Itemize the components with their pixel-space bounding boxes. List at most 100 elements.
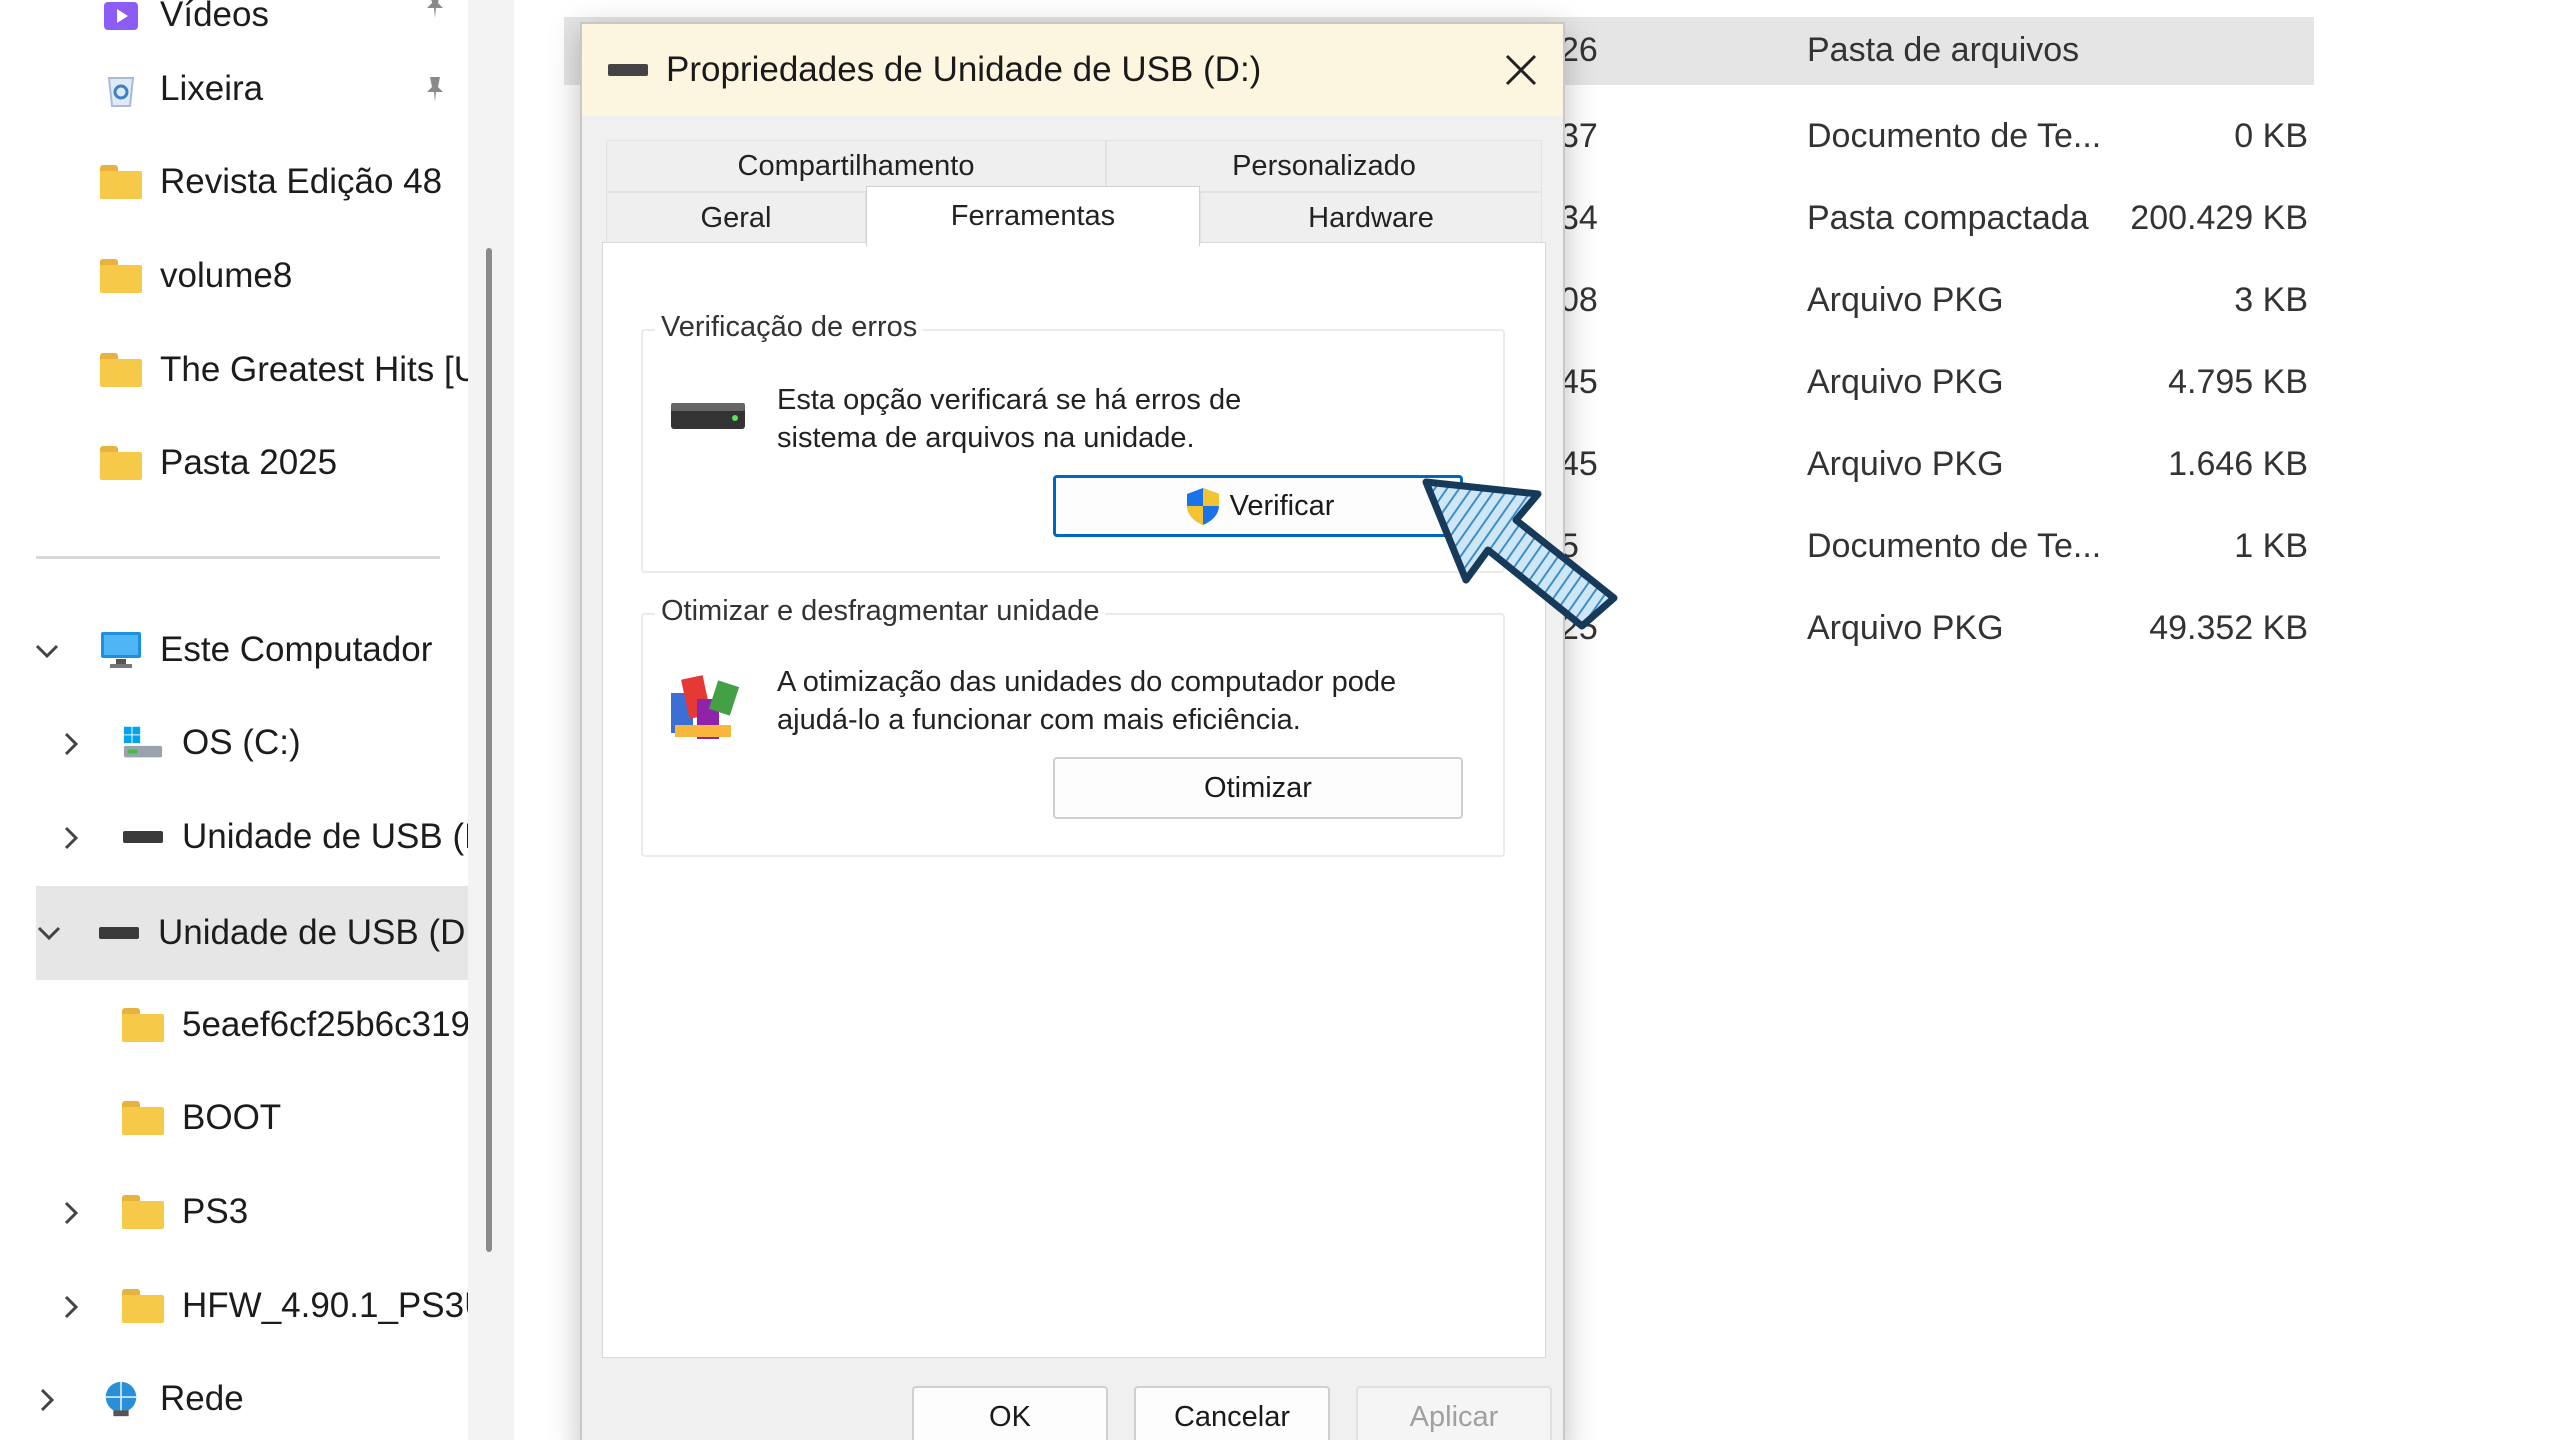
usb-drive-icon — [98, 914, 140, 952]
sidebar-divider — [36, 556, 440, 559]
cancel-button[interactable]: Cancelar — [1134, 1386, 1330, 1440]
folder-icon — [100, 259, 142, 293]
file-type: Pasta compactada — [1807, 199, 2089, 237]
defrag-icon — [665, 663, 749, 752]
file-size: 3 KB — [2234, 281, 2308, 319]
videos-icon — [100, 0, 142, 34]
folder-icon — [122, 1195, 164, 1229]
recycle-bin-icon — [100, 70, 142, 108]
error-check-desc-line2: sistema de arquivos na unidade. — [777, 422, 1195, 454]
chevron-right-icon[interactable] — [58, 1200, 84, 1226]
sidebar-item-este-computador[interactable]: Este Computador — [100, 615, 432, 685]
optimize-title: Otimizar e desfragmentar unidade — [655, 595, 1106, 628]
tab-geral[interactable]: Geral — [606, 192, 866, 244]
file-size: 1 KB — [2234, 527, 2308, 565]
chevron-right-icon[interactable] — [58, 731, 84, 757]
sidebar-item-boot[interactable]: BOOT — [122, 1083, 281, 1153]
sidebar-item-pasta-2025[interactable]: Pasta 2025 — [100, 428, 337, 498]
folder-icon — [100, 353, 142, 387]
folder-icon — [100, 165, 142, 199]
file-date-fragment: 26 — [1560, 31, 1598, 69]
sidebar-item-label: PS3 — [182, 1192, 249, 1231]
sidebar-item-revista[interactable]: Revista Edição 48 — [100, 147, 442, 217]
file-size: 1.646 KB — [2168, 445, 2308, 483]
sidebar-item-os-c[interactable]: OS (C:) — [122, 708, 301, 778]
sidebar-item-label: Pasta 2025 — [160, 443, 338, 482]
sidebar-item-label: volume8 — [160, 256, 293, 295]
chevron-down-icon[interactable] — [36, 920, 62, 946]
chevron-right-icon[interactable] — [58, 1294, 84, 1320]
sidebar-item-videos[interactable]: Vídeos — [100, 0, 269, 50]
dialog-title: Propriedades de Unidade de USB (D:) — [666, 50, 1262, 89]
usb-drive-icon — [608, 64, 648, 76]
sidebar-item-volume8[interactable]: volume8 — [100, 241, 292, 311]
file-type: Documento de Te... — [1807, 527, 2102, 565]
sidebar-item-label: 5eaef6cf25b6c3192 — [182, 1005, 468, 1044]
sidebar-item-greatest-hits[interactable]: The Greatest Hits [U — [100, 335, 468, 405]
pin-icon — [420, 0, 450, 25]
file-date-fragment: 37 — [1560, 117, 1598, 155]
sidebar-item-label: BOOT — [182, 1098, 282, 1137]
file-size: 4.795 KB — [2168, 363, 2308, 401]
file-date-fragment: 34 — [1560, 199, 1598, 237]
sidebar-item-label: Lixeira — [160, 69, 264, 108]
file-size: 200.429 KB — [2130, 199, 2308, 237]
verificar-button-label: Verificar — [1229, 489, 1335, 522]
tab-personalizado[interactable]: Personalizado — [1106, 140, 1542, 192]
sidebar-item-label: Este Computador — [160, 630, 433, 669]
apply-button[interactable]: Aplicar — [1356, 1386, 1552, 1440]
verificar-button[interactable]: Verificar — [1053, 475, 1463, 537]
error-check-desc-line1: Esta opção verificará se há erros de — [777, 384, 1242, 416]
computer-icon — [100, 631, 142, 669]
navigation-pane: Vídeos Lixeira Revista Edição 48 volume8… — [0, 0, 468, 1440]
sidebar-item-usb-d-1[interactable]: Unidade de USB (D — [122, 802, 468, 872]
sidebar-item-label: Unidade de USB (D:) — [158, 913, 468, 952]
sidebar-item-hfw[interactable]: HFW_4.90.1_PS3UP — [122, 1271, 468, 1341]
pin-icon — [420, 74, 450, 109]
file-size: 49.352 KB — [2149, 609, 2308, 647]
network-icon — [100, 1380, 142, 1418]
file-type: Arquivo PKG — [1807, 363, 2004, 401]
properties-dialog: Propriedades de Unidade de USB (D:) Comp… — [580, 22, 1565, 1440]
optimize-desc-line2: ajudá-lo a funcionar com mais eficiência… — [777, 704, 1301, 736]
chevron-right-icon[interactable] — [58, 825, 84, 851]
close-icon — [1505, 54, 1537, 86]
error-check-title: Verificação de erros — [655, 311, 924, 344]
file-type: Documento de Te... — [1807, 117, 2102, 155]
dialog-titlebar[interactable]: Propriedades de Unidade de USB (D:) — [582, 24, 1563, 116]
chevron-down-icon[interactable] — [34, 638, 60, 664]
tab-compartilhamento[interactable]: Compartilhamento — [606, 140, 1106, 192]
sidebar-item-usb-d-selected[interactable]: Unidade de USB (D:) — [36, 886, 468, 980]
sidebar-item-label: Vídeos — [160, 0, 269, 34]
sidebar-item-lixeira[interactable]: Lixeira — [100, 54, 263, 124]
sidebar-item-ps3[interactable]: PS3 — [122, 1177, 248, 1247]
sidebar-item-label: Unidade de USB (D — [182, 817, 468, 856]
sidebar-item-label: The Greatest Hits [U — [160, 350, 468, 389]
sidebar-item-5eaef[interactable]: 5eaef6cf25b6c3192 — [122, 990, 468, 1060]
tab-ferramentas[interactable]: Ferramentas — [866, 186, 1200, 246]
uac-shield-icon — [1182, 485, 1224, 527]
close-button[interactable] — [1493, 42, 1549, 98]
sidebar-item-label: OS (C:) — [182, 723, 301, 762]
folder-icon — [122, 1101, 164, 1135]
tab-hardware[interactable]: Hardware — [1200, 192, 1542, 244]
file-type: Pasta de arquivos — [1807, 31, 2080, 69]
folder-icon — [122, 1008, 164, 1042]
sidebar-item-label: Rede — [160, 1379, 244, 1418]
ok-button[interactable]: OK — [912, 1386, 1108, 1440]
file-size: 0 KB — [2234, 117, 2308, 155]
screen: Vídeos Lixeira Revista Edição 48 volume8… — [0, 0, 2560, 1440]
sidebar-scrollbar[interactable] — [486, 248, 492, 1252]
chevron-right-icon[interactable] — [34, 1387, 60, 1413]
file-date-fragment: 08 — [1560, 281, 1598, 319]
sidebar-item-rede[interactable]: Rede — [100, 1364, 244, 1434]
file-type: Arquivo PKG — [1807, 445, 2004, 483]
otimizar-button[interactable]: Otimizar — [1053, 757, 1463, 819]
tab-panel-ferramentas: Verificação de erros Esta opção verifica… — [602, 242, 1546, 1358]
pointer-arrow-icon — [1422, 478, 1618, 630]
optimize-desc-line1: A otimização das unidades do computador … — [777, 666, 1397, 698]
sidebar-item-label: Revista Edição 48 — [160, 162, 443, 201]
file-type: Arquivo PKG — [1807, 609, 2004, 647]
sidebar-item-label: HFW_4.90.1_PS3UP — [182, 1286, 468, 1325]
drive-icon — [669, 393, 747, 446]
